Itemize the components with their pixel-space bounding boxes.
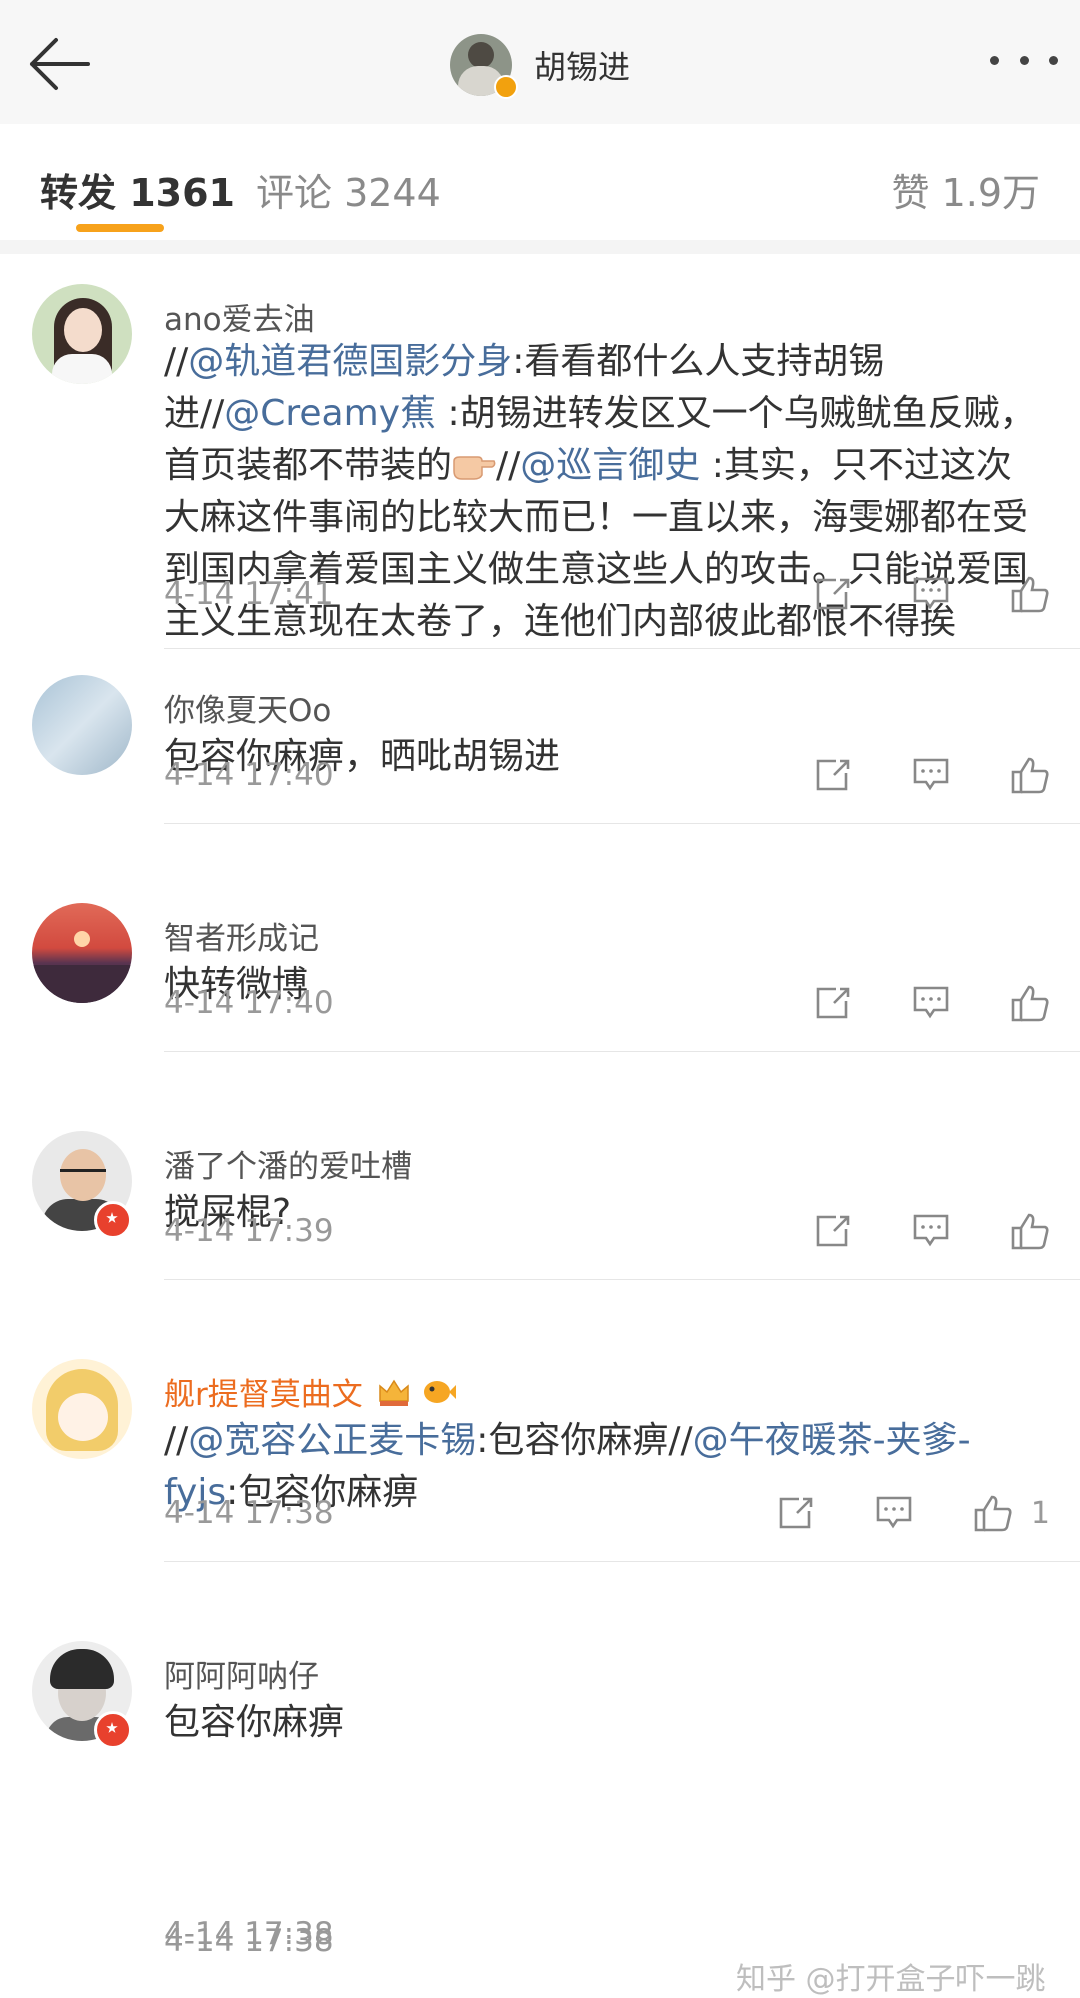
- back-arrow-icon[interactable]: [26, 36, 90, 92]
- avatar[interactable]: [32, 675, 132, 775]
- mention-link[interactable]: @Creamy蕉: [224, 393, 436, 434]
- action-bar: [814, 1209, 1050, 1253]
- like-count: 1: [1030, 1495, 1050, 1531]
- avatar[interactable]: [32, 1359, 132, 1459]
- nav-user[interactable]: 胡锡进: [450, 34, 631, 99]
- tab-repost[interactable]: 转发 1361: [40, 162, 235, 217]
- timestamp: 4-14 17:38: [164, 1916, 334, 1952]
- page-title: 胡锡进: [534, 48, 631, 86]
- timestamp: 4-14 17:40: [164, 757, 334, 793]
- more-dots-icon[interactable]: [990, 48, 1058, 72]
- action-bar: [814, 981, 1050, 1025]
- tab-active-indicator: [76, 224, 164, 232]
- timestamp: 4-14 17:41: [164, 576, 334, 612]
- tab-bar: 转发 1361 评论 3244 赞 1.9万: [0, 124, 1080, 241]
- divider: [164, 823, 1080, 824]
- divider: [164, 648, 1080, 649]
- like-icon[interactable]: [973, 1494, 1013, 1532]
- repost-icon[interactable]: [777, 1495, 815, 1531]
- username[interactable]: ano爱去油: [164, 294, 315, 339]
- action-bar: [814, 572, 1050, 616]
- username[interactable]: 潘了个潘的爱吐槽: [164, 1141, 412, 1186]
- tab-like[interactable]: 赞 1.9万: [891, 162, 1040, 217]
- like-icon[interactable]: [1010, 575, 1050, 613]
- username[interactable]: 舰r提督莫曲文: [164, 1369, 457, 1414]
- repost-icon[interactable]: [814, 985, 852, 1021]
- avatar[interactable]: [32, 903, 132, 1003]
- username[interactable]: 你像夏天Oo: [164, 685, 331, 730]
- action-bar: 1: [777, 1491, 1050, 1535]
- pufferfish-badge-icon: [421, 1377, 457, 1407]
- comment-icon[interactable]: [912, 576, 950, 612]
- comment-icon[interactable]: [912, 1213, 950, 1249]
- action-bar: [814, 753, 1050, 797]
- divider: [164, 1561, 1080, 1562]
- watermark: 知乎 @打开盒子吓一跳: [736, 1962, 1046, 1997]
- repost-icon[interactable]: [814, 576, 852, 612]
- verified-red-badge-icon: [94, 1711, 132, 1749]
- comment-icon[interactable]: [875, 1495, 913, 1531]
- like-icon[interactable]: [1010, 756, 1050, 794]
- comment-icon[interactable]: [912, 985, 950, 1021]
- verified-badge-icon: [494, 75, 518, 99]
- repost-icon[interactable]: [814, 757, 852, 793]
- mention-link[interactable]: @巡言御史: [520, 445, 700, 486]
- top-nav-bar: 胡锡进: [0, 0, 1080, 124]
- divider: [164, 1279, 1080, 1280]
- divider: [164, 1051, 1080, 1052]
- mention-link[interactable]: @宽容公正麦卡锡: [188, 1420, 476, 1461]
- timestamp: 4-14 17:39: [164, 1213, 334, 1249]
- like-icon[interactable]: [1010, 1212, 1050, 1250]
- like-button[interactable]: 1: [973, 1494, 1050, 1532]
- tab-comment[interactable]: 评论 3244: [256, 162, 441, 217]
- crown-badge-icon: [377, 1377, 411, 1407]
- like-icon[interactable]: [1010, 984, 1050, 1022]
- repost-icon[interactable]: [814, 1213, 852, 1249]
- username[interactable]: 阿阿阿呐仔: [164, 1651, 319, 1696]
- comment-icon[interactable]: [912, 757, 950, 793]
- username[interactable]: 智者形成记: [164, 913, 319, 958]
- pointing-hand-emoji-icon: [452, 444, 496, 480]
- verified-red-badge-icon: [94, 1201, 132, 1239]
- timestamp: 4-14 17:38: [164, 1495, 334, 1531]
- mention-link[interactable]: @轨道君德国影分身: [188, 341, 512, 382]
- section-gap: [0, 240, 1080, 254]
- comment-text: 包容你麻痹: [164, 1702, 345, 1743]
- avatar[interactable]: [32, 284, 132, 384]
- timestamp: 4-14 17:40: [164, 985, 334, 1021]
